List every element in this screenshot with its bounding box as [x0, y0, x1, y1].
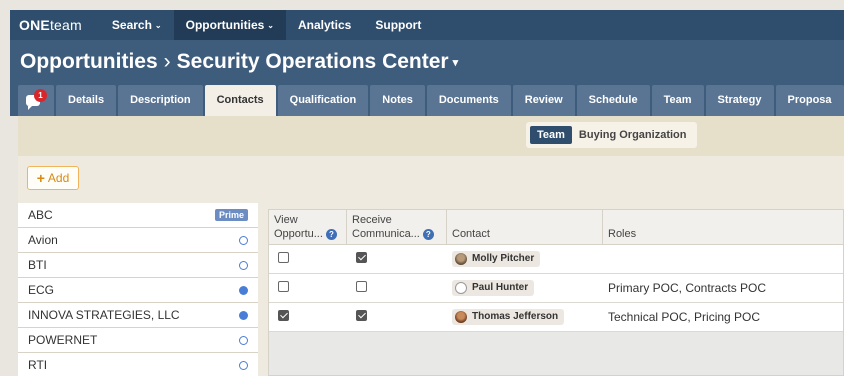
tab-qualification[interactable]: Qualification [277, 85, 369, 116]
notification-badge: 1 [34, 89, 47, 102]
plus-icon: + [36, 170, 45, 186]
title-band: Opportunities › Security Operations Center… [10, 40, 844, 116]
empty-circle-icon [239, 335, 248, 345]
receive-communications-checkbox[interactable] [356, 281, 367, 292]
header-roles[interactable]: Roles [603, 210, 843, 244]
contact-chip[interactable]: Molly Pitcher [452, 250, 541, 267]
empty-circle-icon [239, 235, 248, 245]
avatar [455, 252, 467, 265]
table-row: Molly Pitcher [269, 245, 843, 274]
list-item[interactable]: INNOVA STRATEGIES, LLC [18, 303, 258, 328]
tab-bar: 1 Details Description Contacts Qualifica… [18, 85, 844, 116]
tab-notes[interactable]: Notes [370, 85, 425, 116]
table-row: Thomas Jefferson Technical POC, Pricing … [269, 303, 843, 332]
tab-schedule[interactable]: Schedule [576, 85, 650, 116]
nav-support[interactable]: Support [363, 10, 433, 40]
filled-circle-icon [239, 285, 248, 295]
contact-chip[interactable]: Paul Hunter [452, 279, 535, 296]
empty-circle-icon [239, 260, 248, 270]
chevron-down-icon: ⌄ [267, 20, 274, 30]
list-item[interactable]: POWERNET [18, 328, 258, 353]
roles-cell[interactable]: Technical POC, Pricing POC [603, 310, 843, 324]
filled-circle-icon [239, 310, 248, 320]
view-opportunity-checkbox[interactable] [278, 252, 289, 263]
list-item[interactable]: Avion [18, 228, 258, 253]
list-item[interactable]: ECG [18, 278, 258, 303]
header-contact[interactable]: Contact [447, 210, 603, 244]
view-toggle-band: Team Buying Organization [18, 116, 844, 156]
contacts-table: View Opportu...? Receive Communica...? C… [268, 209, 844, 376]
list-item[interactable]: ABC Prime [18, 203, 258, 228]
chevron-down-icon: ⌄ [154, 20, 162, 30]
tab-description[interactable]: Description [118, 85, 203, 116]
contact-chip[interactable]: Thomas Jefferson [452, 308, 565, 325]
tab-chat[interactable]: 1 [18, 85, 54, 116]
avatar [455, 310, 467, 323]
view-toggle: Team Buying Organization [526, 122, 698, 148]
roles-cell[interactable]: Primary POC, Contracts POC [603, 281, 843, 295]
breadcrumb-separator: › [163, 50, 171, 73]
header-receive-communications[interactable]: Receive Communica...? [347, 210, 447, 244]
organization-list: ABC Prime Avion BTI ECG INNOVA STRATEGIE… [18, 203, 258, 376]
avatar [455, 281, 467, 294]
breadcrumb-current[interactable]: Security Operations Center [177, 50, 449, 73]
tab-proposal[interactable]: Proposa [775, 85, 844, 116]
prime-badge: Prime [214, 209, 248, 221]
help-icon[interactable]: ? [325, 228, 337, 240]
table-row: Paul Hunter Primary POC, Contracts POC [269, 274, 843, 303]
page-title: Opportunities › Security Operations Center… [20, 50, 458, 74]
header-view-opportunity[interactable]: View Opportu...? [269, 210, 347, 244]
nav-search[interactable]: Search ⌄ [100, 10, 174, 40]
empty-circle-icon [239, 360, 248, 370]
app-logo[interactable]: ONEteam [10, 17, 100, 33]
contacts-panel: Team Buying Organization + Add ABC Prime… [18, 116, 844, 376]
toggle-buying-organization[interactable]: Buying Organization [572, 126, 694, 144]
tab-team[interactable]: Team [651, 85, 704, 116]
add-button[interactable]: + Add [27, 166, 79, 190]
nav-opportunities[interactable]: Opportunities ⌄ [173, 10, 286, 40]
list-item[interactable]: RTI [18, 353, 258, 376]
tab-strategy[interactable]: Strategy [705, 85, 774, 116]
tab-details[interactable]: Details [56, 85, 117, 116]
toggle-team[interactable]: Team [530, 126, 572, 144]
receive-communications-checkbox[interactable] [356, 310, 367, 321]
tab-review[interactable]: Review [512, 85, 575, 116]
help-icon[interactable]: ? [422, 228, 434, 240]
list-item[interactable]: BTI [18, 253, 258, 278]
tab-contacts[interactable]: Contacts [204, 85, 276, 116]
view-opportunity-checkbox[interactable] [278, 310, 289, 321]
view-opportunity-checkbox[interactable] [278, 281, 289, 292]
receive-communications-checkbox[interactable] [356, 252, 367, 263]
chevron-down-icon[interactable]: ▾ [453, 57, 459, 69]
table-header: View Opportu...? Receive Communica...? C… [269, 210, 843, 245]
nav-analytics[interactable]: Analytics [286, 10, 363, 40]
tab-documents[interactable]: Documents [426, 85, 511, 116]
top-nav: ONEteam Search ⌄ Opportunities ⌄ Analytics… [10, 10, 844, 40]
breadcrumb-parent[interactable]: Opportunities [20, 50, 158, 73]
